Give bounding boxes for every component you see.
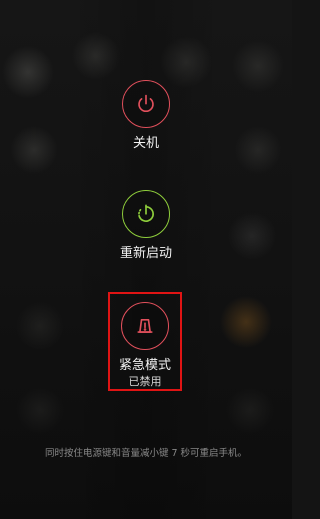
restart-label: 重新启动 [119, 246, 172, 261]
restart-icon [138, 204, 154, 222]
power-off-option[interactable]: 关机 [96, 80, 196, 152]
emergency-mode-status: 已禁用 [128, 375, 162, 388]
restart-button[interactable] [122, 190, 170, 238]
power-off-label: 关机 [132, 136, 159, 151]
emergency-mode-label: 紧急模式 [118, 358, 171, 373]
emergency-light-icon [137, 318, 153, 333]
restart-hint-text: 同时按住电源键和音量减小键 7 秒可重启手机。 [44, 448, 248, 459]
emergency-mode-button[interactable] [121, 302, 169, 350]
power-off-button[interactable] [122, 80, 170, 128]
emergency-mode-option[interactable]: 紧急模式 已禁用 [108, 292, 182, 391]
restart-option[interactable]: 重新启动 [96, 190, 196, 262]
power-icon [138, 94, 154, 113]
